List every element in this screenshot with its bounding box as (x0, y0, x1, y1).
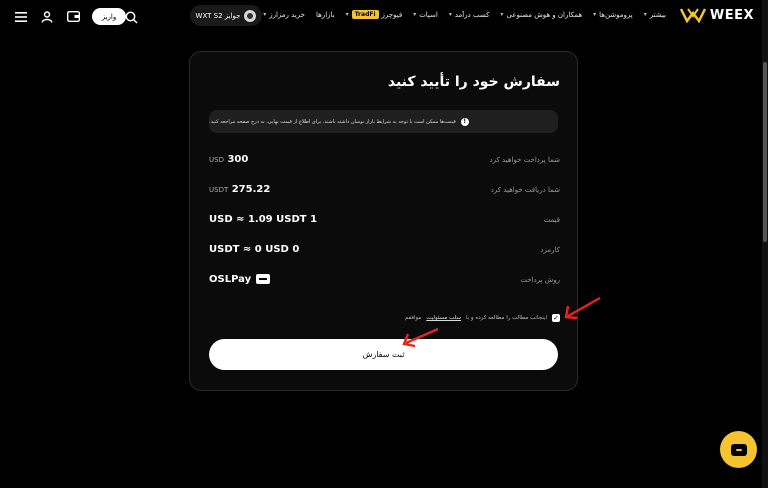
menu-label: پروموشن‌ها (599, 10, 633, 19)
agree-prefix: اینجانب مطالب را مطالعه کرده و با (465, 315, 547, 321)
row-label: روش پرداخت (520, 276, 560, 284)
menu-spot[interactable]: اسپات ▾ (413, 10, 438, 19)
amount-value: 275.22 (231, 184, 271, 195)
menu-markets[interactable]: بازارها (316, 10, 335, 19)
row-fee: کارمزد 0 USDT ≈ 0 USD (209, 244, 560, 258)
user-icon (41, 10, 53, 23)
chevron-down-icon: ▾ (593, 11, 597, 18)
menu-buy-crypto[interactable]: خرید رمزارز ▾ (263, 10, 305, 19)
menu-earn[interactable]: کسب درآمد ▾ (449, 10, 490, 19)
osl-pay-icon (255, 274, 270, 284)
chevron-down-icon: ▾ (448, 11, 452, 18)
search-icon (125, 11, 138, 24)
row-label: قیمت (543, 216, 560, 224)
support-chat-button[interactable] (720, 431, 757, 468)
row-you-pay: شما پرداخت خواهید کرد USD 300 (209, 154, 560, 168)
row-label: شما دریافت خواهید کرد (490, 186, 560, 194)
chevron-down-icon: ▾ (345, 11, 349, 18)
notice-text: قیمت‌ها ممکن است با توجه به شرایط بازار … (209, 118, 456, 125)
menu-label: خرید رمزارز (269, 10, 305, 19)
menu-partners-ai[interactable]: همکاران و هوش مصنوعی ▾ (500, 10, 582, 19)
chat-icon (730, 443, 747, 456)
menu-promotions[interactable]: پروموشن‌ها ▾ (593, 10, 633, 19)
row-you-receive: شما دریافت خواهید کرد USDT 275.22 (209, 184, 560, 198)
osl-pay-text: OSLPay (209, 274, 252, 285)
fee-value: 0 USDT ≈ 0 USD (209, 244, 300, 255)
top-nav: WEEX خرید رمزارز ▾ بازارها فیوچرز TradFi… (0, 0, 768, 32)
coin-icon (244, 9, 257, 22)
chevron-down-icon: ▾ (413, 11, 417, 18)
menu-label: کسب درآمد (454, 10, 490, 19)
scrollbar[interactable] (762, 0, 768, 488)
amount-value: 300 (227, 154, 249, 165)
annotation-arrow-icon (402, 327, 439, 348)
page-title: سفارش خود را تأیید کنید (387, 74, 560, 90)
submit-order-button[interactable]: ثبت سفارش (209, 339, 558, 370)
menu-more[interactable]: بیشتر ▾ (644, 10, 666, 19)
annotation-arrow-icon (564, 296, 601, 320)
order-confirm-card: سفارش خود را تأیید کنید ! قیمت‌ها ممکن ا… (189, 51, 578, 391)
agree-suffix: موافقم (404, 315, 422, 321)
payment-method-value: OSLPay (209, 274, 270, 285)
currency-unit: USD (209, 156, 224, 164)
menu-button[interactable] (14, 10, 28, 24)
tradfi-badge: TradFi (351, 10, 379, 19)
wxt-rewards-pill[interactable]: جوایز WXT S2 (190, 5, 262, 26)
disclaimer-link[interactable]: سلب مسئولیت (426, 315, 461, 321)
scrollbar-thumb[interactable] (763, 62, 767, 242)
chevron-down-icon: ▾ (500, 11, 504, 18)
chevron-down-icon: ▾ (643, 11, 647, 18)
chevron-down-icon: ▾ (263, 11, 267, 18)
profile-button[interactable] (40, 10, 54, 24)
row-value: USD 300 (209, 154, 248, 165)
promo-label: جوایز WXT S2 (195, 11, 241, 20)
menu-label: بیشتر (649, 10, 666, 19)
wallet-icon (66, 11, 80, 22)
wallet-button[interactable] (66, 10, 80, 24)
search-button[interactable] (125, 9, 138, 28)
row-value: USDT 275.22 (209, 184, 270, 195)
deposit-button[interactable]: واریز (92, 8, 126, 25)
header-actions: واریز (14, 8, 126, 25)
price-notice: ! قیمت‌ها ممکن است با توجه به شرایط بازا… (209, 110, 558, 133)
row-price: قیمت 1 USD ≈ 1.09 USDT (209, 214, 560, 228)
info-icon: ! (460, 117, 469, 126)
agree-checkbox[interactable]: ✓ (552, 314, 560, 322)
row-label: کارمزد (540, 246, 560, 254)
price-value: 1 USD ≈ 1.09 USDT (209, 214, 318, 225)
row-label: شما پرداخت خواهید کرد (489, 156, 560, 164)
menu-label: بازارها (315, 10, 335, 19)
logo-text: WEEX (709, 7, 754, 23)
menu-label: فیوچرز (381, 10, 403, 19)
disclaimer-agreement: ✓ اینجانب مطالب را مطالعه کرده و با سلب … (405, 314, 560, 322)
weex-logo-icon (679, 8, 706, 23)
row-payment-method: روش پرداخت OSLPay (209, 274, 560, 288)
hamburger-icon (15, 11, 27, 22)
currency-unit: USDT (209, 186, 229, 194)
menu-futures[interactable]: فیوچرز TradFi ▾ (345, 10, 403, 19)
main-menu: خرید رمزارز ▾ بازارها فیوچرز TradFi ▾ اس… (263, 10, 666, 19)
menu-label: همکاران و هوش مصنوعی (506, 10, 583, 19)
menu-label: اسپات (419, 10, 438, 19)
weex-logo[interactable]: WEEX (679, 7, 754, 23)
